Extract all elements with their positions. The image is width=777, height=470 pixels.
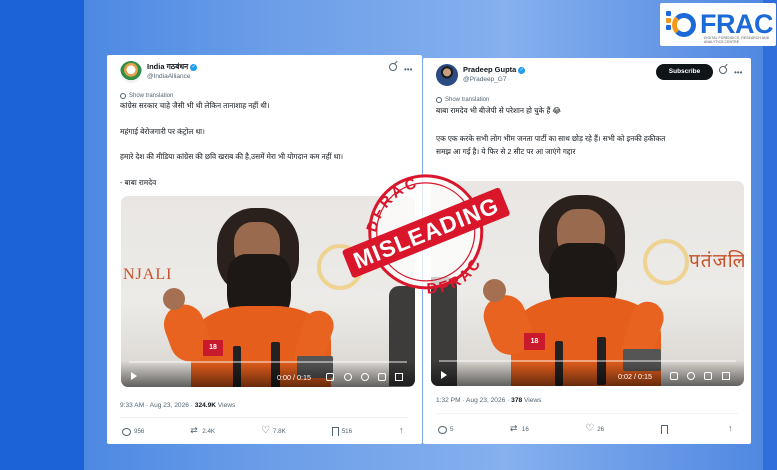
fullscreen-icon[interactable] xyxy=(722,372,730,380)
show-translation-link[interactable]: Show translation xyxy=(120,93,173,99)
like-icon xyxy=(261,425,270,436)
play-icon[interactable] xyxy=(441,371,447,379)
misleading-stamp: DFRAC DFRAC MISLEADING xyxy=(342,174,510,300)
tweet-text-line: कांग्रेस सरकार चाहे जैसी भी थी लेकिन तान… xyxy=(120,101,270,110)
divider xyxy=(436,413,738,414)
show-translation-link[interactable]: Show translation xyxy=(436,97,489,103)
grok-icon[interactable] xyxy=(719,66,727,74)
tweet-timestamp[interactable]: 9:33 AM · Aug 23, 2026 · 324.9K Views xyxy=(120,402,235,409)
banner-text: NJALI xyxy=(123,266,173,283)
reply-count: 5 xyxy=(450,426,454,433)
timestamp-text: 1:32 PM · Aug 23, 2026 · xyxy=(436,397,512,404)
timestamp-text: 9:33 AM · Aug 23, 2026 · xyxy=(120,402,195,409)
author-handle[interactable]: @Pradeep_G7 xyxy=(463,75,525,85)
video-time: 0:00 / 0:15 xyxy=(277,373,311,382)
like-count: 7.8K xyxy=(273,428,286,435)
share-button[interactable] xyxy=(398,425,410,436)
author-name-text: Pradeep Gupta xyxy=(463,65,517,74)
banner-text: पतंजलि xyxy=(689,251,744,272)
author-handle[interactable]: @IndiaAlliance xyxy=(147,72,197,82)
subscribe-button[interactable]: Subscribe xyxy=(656,64,713,80)
picture-in-picture-icon[interactable] xyxy=(704,372,712,380)
show-translation-label: Show translation xyxy=(129,93,174,99)
author-name[interactable]: Pradeep Gupta ✓ xyxy=(463,65,526,75)
right-color-band xyxy=(763,0,777,470)
tweet-text-line: बाबा रामदेव भी बीजेपी से परेशान हो चुके … xyxy=(436,106,562,115)
dfrac-logo: FRAC DIGITAL FORENSICS, RESEARCH AND ANA… xyxy=(660,3,776,46)
bookmark-button[interactable] xyxy=(660,425,671,434)
picture-in-picture-icon[interactable] xyxy=(378,373,386,381)
like-icon xyxy=(585,423,594,434)
more-options-icon[interactable]: ••• xyxy=(404,65,412,74)
repost-icon xyxy=(510,423,519,434)
tweet-text-line: एक एक करके सभी लोग भीम जनता पार्टी का सा… xyxy=(436,134,666,143)
repost-button[interactable]: 16 xyxy=(510,423,529,434)
fullscreen-icon[interactable] xyxy=(395,373,403,381)
grok-icon[interactable] xyxy=(389,63,397,71)
avatar[interactable] xyxy=(120,61,142,83)
like-button[interactable]: 26 xyxy=(585,423,605,434)
settings-gear-icon[interactable] xyxy=(361,373,369,381)
divider xyxy=(120,417,409,418)
share-icon xyxy=(398,425,407,436)
tweet-text-line: हमारे देश की मीडिया कांग्रेस की छवि खराब… xyxy=(120,152,344,161)
video-progress-bar[interactable] xyxy=(439,360,736,362)
tweet-header: India गठबंधन ✓ @IndiaAlliance xyxy=(120,61,198,83)
tweet-text-line: महंगाई बेरोजगारी पर कंट्रोल था। xyxy=(120,127,205,136)
reply-icon xyxy=(122,427,131,436)
video-time: 0:02 / 0:15 xyxy=(618,372,652,381)
like-count: 26 xyxy=(597,426,605,433)
tweet-text-line: समझ आ गई है। ये फिर से 2 सीट पर आ जाएंगे… xyxy=(436,147,576,156)
tweet-header: Pradeep Gupta ✓ @Pradeep_G7 xyxy=(436,64,526,86)
left-color-band xyxy=(0,0,84,470)
tweet-actions: 956 2.4K 7.8K 516 xyxy=(122,425,410,436)
video-controls xyxy=(121,361,415,387)
translate-icon xyxy=(436,97,442,103)
repost-button[interactable]: 2.4K xyxy=(190,425,216,436)
reply-button[interactable]: 956 xyxy=(122,427,145,436)
mic-logo: 18 xyxy=(524,333,545,350)
show-translation-label: Show translation xyxy=(445,97,490,103)
reply-button[interactable]: 5 xyxy=(438,425,454,434)
tweet-text-line: - बाबा रामदेव xyxy=(120,178,157,187)
verified-badge-icon: ✓ xyxy=(518,66,526,74)
share-icon xyxy=(727,423,736,434)
volume-icon[interactable] xyxy=(344,373,352,381)
reply-icon xyxy=(438,425,447,434)
captions-icon[interactable] xyxy=(670,372,678,380)
more-options-icon[interactable]: ••• xyxy=(734,68,742,77)
dfrac-logo-icon xyxy=(666,7,698,43)
bookmark-icon xyxy=(331,427,339,436)
views-count: 324.9K xyxy=(194,402,217,409)
bookmark-icon xyxy=(660,425,668,434)
repost-icon xyxy=(190,425,199,436)
settings-gear-icon[interactable] xyxy=(687,372,695,380)
play-icon[interactable] xyxy=(131,372,137,380)
tweet-actions: 5 16 26 xyxy=(438,423,739,434)
logo-subtitle: DIGITAL FORENSICS, RESEARCH AND ANALYTIC… xyxy=(704,36,770,44)
tweet-timestamp[interactable]: 1:32 PM · Aug 23, 2026 · 378 Views xyxy=(436,397,541,404)
video-controls xyxy=(431,360,744,386)
bookmark-count: 516 xyxy=(341,428,353,435)
translate-icon xyxy=(120,93,126,99)
views-label: Views xyxy=(522,397,542,404)
reply-count: 956 xyxy=(134,428,145,435)
video-progress-bar[interactable] xyxy=(129,361,407,363)
verified-badge-icon: ✓ xyxy=(190,63,198,71)
repost-count: 2.4K xyxy=(202,428,216,435)
share-button[interactable] xyxy=(727,423,739,434)
author-name[interactable]: India गठबंधन ✓ xyxy=(147,62,198,72)
like-button[interactable]: 7.8K xyxy=(261,425,286,436)
bookmark-button[interactable]: 516 xyxy=(331,427,353,436)
author-name-text: India गठबंधन xyxy=(147,62,189,71)
repost-count: 16 xyxy=(521,426,529,433)
avatar[interactable] xyxy=(436,64,458,86)
banner-swirl xyxy=(643,239,689,285)
mic-logo: 18 xyxy=(203,340,223,356)
views-count: 378 xyxy=(511,397,523,404)
captions-icon[interactable] xyxy=(326,373,334,381)
views-label: Views xyxy=(216,402,236,409)
